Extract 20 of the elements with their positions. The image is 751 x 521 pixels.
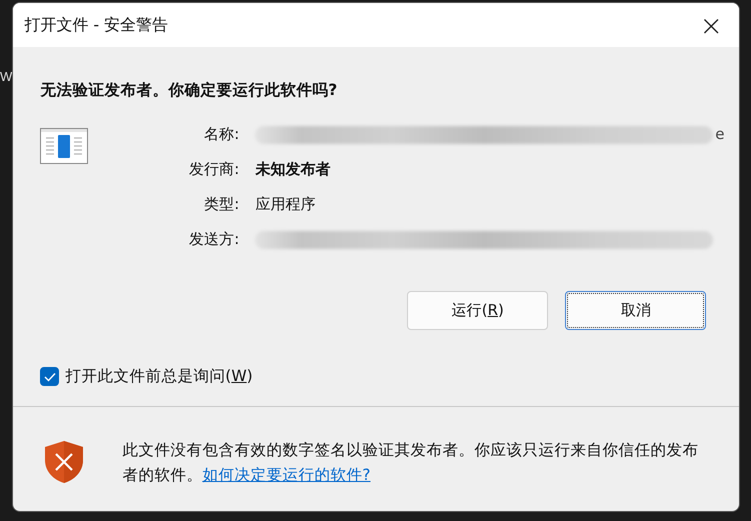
field-label: 发行商: <box>188 159 240 180</box>
warning-message: 此文件没有包含有效的数字签名以验证其发布者。你应该只运行来自你信任的发布者的软件。如何决定要运行的软件? <box>122 440 700 486</box>
field-value: 未知发布者 <box>255 159 330 180</box>
checkmark-icon <box>44 372 56 382</box>
warning-heading: 无法验证发布者。你确定要运行此软件吗? <box>40 80 338 101</box>
checkbox-label: 打开此文件前总是询问(W) <box>65 366 253 387</box>
cancel-button[interactable]: 取消 <box>565 291 706 330</box>
window-title: 打开文件 - 安全警告 <box>24 14 168 36</box>
shield-warning-icon <box>43 440 86 484</box>
field-label: 名称: <box>203 124 240 145</box>
background-text: W <box>0 69 12 84</box>
field-label: 发送方: <box>188 229 240 250</box>
help-link[interactable]: 如何决定要运行的软件? <box>202 466 371 484</box>
field-value: e <box>715 124 725 145</box>
run-button[interactable]: 运行(R) <box>407 291 548 330</box>
application-icon <box>40 128 88 164</box>
checkbox[interactable] <box>40 367 60 386</box>
close-button[interactable]: × <box>683 3 740 47</box>
field-label: 类型: <box>203 194 240 215</box>
field-value: 应用程序 <box>255 194 316 215</box>
